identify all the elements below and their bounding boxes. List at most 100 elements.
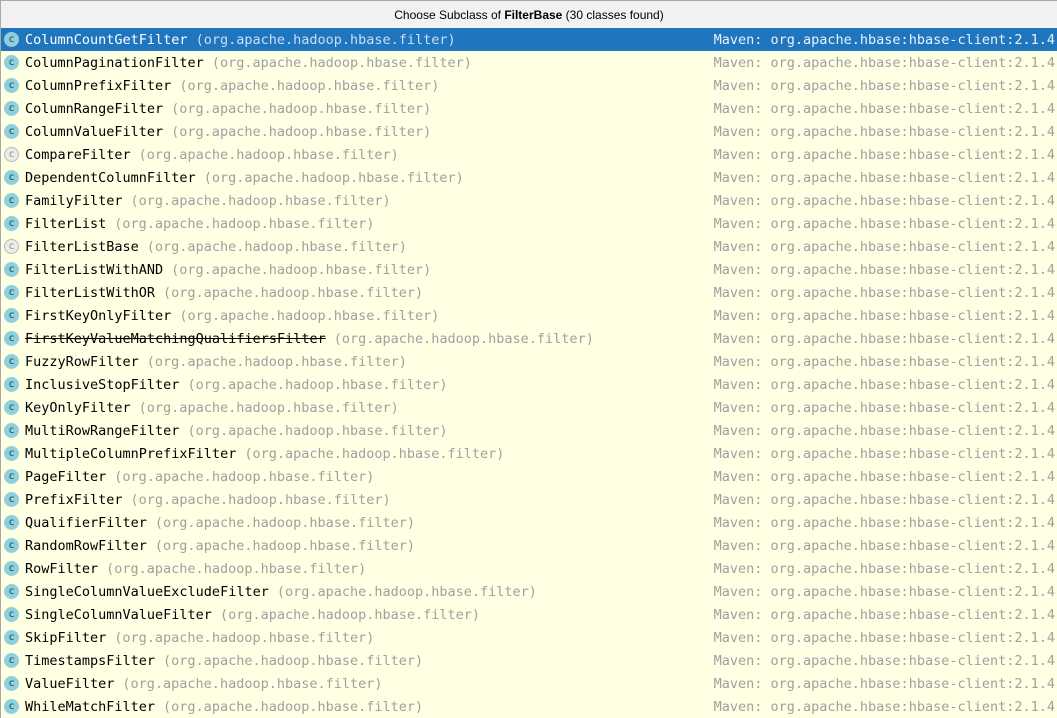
package-name: (org.apache.hadoop.hbase.filter) (219, 606, 481, 623)
class-icon: c (4, 469, 19, 484)
class-icon: c (4, 653, 19, 668)
package-name: (org.apache.hadoop.hbase.filter) (187, 376, 448, 393)
maven-origin: Maven: org.apache.hbase:hbase-client:2.1… (713, 606, 1055, 623)
class-icon: c (4, 446, 19, 461)
maven-origin: Maven: org.apache.hbase:hbase-client:2.1… (713, 100, 1055, 117)
list-item[interactable]: c ColumnCountGetFilter (org.apache.hadoo… (1, 28, 1057, 51)
list-item[interactable]: c ColumnPaginationFilter (org.apache.had… (1, 51, 1057, 74)
class-name: ColumnRangeFilter (25, 100, 164, 117)
list-item[interactable]: c TimestampsFilter (org.apache.hadoop.hb… (1, 649, 1057, 672)
package-name: (org.apache.hadoop.hbase.filter) (122, 675, 383, 692)
maven-origin: Maven: org.apache.hbase:hbase-client:2.1… (713, 123, 1055, 140)
maven-origin: Maven: org.apache.hbase:hbase-client:2.1… (713, 215, 1055, 232)
class-icon: c (4, 285, 19, 300)
package-name: (org.apache.hadoop.hbase.filter) (130, 491, 391, 508)
class-name: QualifierFilter (25, 514, 147, 531)
maven-origin: Maven: org.apache.hbase:hbase-client:2.1… (713, 537, 1055, 554)
popup-title-prefix: Choose Subclass of (394, 7, 505, 22)
maven-origin: Maven: org.apache.hbase:hbase-client:2.1… (713, 675, 1055, 692)
list-item[interactable]: c PageFilter (org.apache.hadoop.hbase.fi… (1, 465, 1057, 488)
list-item[interactable]: c ValueFilter (org.apache.hadoop.hbase.f… (1, 672, 1057, 695)
maven-origin: Maven: org.apache.hbase:hbase-client:2.1… (713, 445, 1055, 462)
list-item[interactable]: c FuzzyRowFilter (org.apache.hadoop.hbas… (1, 350, 1057, 373)
list-item[interactable]: c FamilyFilter (org.apache.hadoop.hbase.… (1, 189, 1057, 212)
list-item[interactable]: c KeyOnlyFilter (org.apache.hadoop.hbase… (1, 396, 1057, 419)
package-name: (org.apache.hadoop.hbase.filter) (276, 583, 537, 600)
choose-subclass-popup: Choose Subclass of FilterBase (30 classe… (0, 0, 1057, 718)
maven-origin: Maven: org.apache.hbase:hbase-client:2.1… (713, 146, 1055, 163)
list-item[interactable]: c PrefixFilter (org.apache.hadoop.hbase.… (1, 488, 1057, 511)
class-name: FilterListWithOR (25, 284, 156, 301)
class-name: ColumnValueFilter (25, 123, 164, 140)
list-item[interactable]: c MultiRowRangeFilter (org.apache.hadoop… (1, 419, 1057, 442)
class-icon: c (4, 538, 19, 553)
class-name: ColumnCountGetFilter (25, 31, 188, 48)
list-item[interactable]: c ColumnRangeFilter (org.apache.hadoop.h… (1, 97, 1057, 120)
list-item[interactable]: c FilterListBase (org.apache.hadoop.hbas… (1, 235, 1057, 258)
package-name: (org.apache.hadoop.hbase.filter) (333, 330, 594, 347)
list-item[interactable]: c FirstKeyValueMatchingQualifiersFilter … (1, 327, 1057, 350)
class-icon: c (4, 377, 19, 392)
maven-origin: Maven: org.apache.hbase:hbase-client:2.1… (713, 583, 1055, 600)
maven-origin: Maven: org.apache.hbase:hbase-client:2.1… (713, 353, 1055, 370)
class-list: c ColumnCountGetFilter (org.apache.hadoo… (1, 28, 1057, 718)
list-item[interactable]: c SingleColumnValueFilter (org.apache.ha… (1, 603, 1057, 626)
list-item[interactable]: c FirstKeyOnlyFilter (org.apache.hadoop.… (1, 304, 1057, 327)
list-item[interactable]: c WhileMatchFilter (org.apache.hadoop.hb… (1, 695, 1057, 718)
class-name: SkipFilter (25, 629, 107, 646)
list-item[interactable]: c InclusiveStopFilter (org.apache.hadoop… (1, 373, 1057, 396)
class-icon: c (4, 492, 19, 507)
class-name: FilterList (25, 215, 107, 232)
class-icon: c (4, 124, 19, 139)
list-item[interactable]: c FilterListWithOR (org.apache.hadoop.hb… (1, 281, 1057, 304)
maven-origin: Maven: org.apache.hbase:hbase-client:2.1… (713, 77, 1055, 94)
class-name: MultiRowRangeFilter (25, 422, 180, 439)
class-icon: c (4, 400, 19, 415)
class-icon: c (4, 331, 19, 346)
class-name: ColumnPaginationFilter (25, 54, 204, 71)
abstract-class-icon: c (4, 239, 19, 254)
package-name: (org.apache.hadoop.hbase.filter) (114, 468, 375, 485)
list-item[interactable]: c ColumnValueFilter (org.apache.hadoop.h… (1, 120, 1057, 143)
list-item[interactable]: c FilterListWithAND (org.apache.hadoop.h… (1, 258, 1057, 281)
maven-origin: Maven: org.apache.hbase:hbase-client:2.1… (713, 284, 1055, 301)
popup-title-target-class: FilterBase (504, 7, 563, 22)
list-item[interactable]: c MultipleColumnPrefixFilter (org.apache… (1, 442, 1057, 465)
list-item[interactable]: c SingleColumnValueExcludeFilter (org.ap… (1, 580, 1057, 603)
class-icon: c (4, 101, 19, 116)
class-icon: c (4, 170, 19, 185)
maven-origin: Maven: org.apache.hbase:hbase-client:2.1… (713, 652, 1055, 669)
class-name: RandomRowFilter (25, 537, 147, 554)
maven-origin: Maven: org.apache.hbase:hbase-client:2.1… (713, 468, 1055, 485)
package-name: (org.apache.hadoop.hbase.filter) (163, 284, 424, 301)
package-name: (org.apache.hadoop.hbase.filter) (154, 514, 416, 531)
maven-origin: Maven: org.apache.hbase:hbase-client:2.1… (713, 54, 1055, 71)
maven-origin: Maven: org.apache.hbase:hbase-client:2.1… (713, 330, 1055, 347)
class-icon: c (4, 423, 19, 438)
class-icon: c (4, 308, 19, 323)
list-item[interactable]: c SkipFilter (org.apache.hadoop.hbase.fi… (1, 626, 1057, 649)
class-icon: c (4, 55, 19, 70)
package-name: (org.apache.hadoop.hbase.filter) (163, 652, 424, 669)
package-name: (org.apache.hadoop.hbase.filter) (244, 445, 505, 462)
class-name: PageFilter (25, 468, 107, 485)
list-item[interactable]: c QualifierFilter (org.apache.hadoop.hba… (1, 511, 1057, 534)
class-icon: c (4, 584, 19, 599)
list-item[interactable]: c RandomRowFilter (org.apache.hadoop.hba… (1, 534, 1057, 557)
maven-origin: Maven: org.apache.hbase:hbase-client:2.1… (713, 698, 1055, 715)
list-item[interactable]: c DependentColumnFilter (org.apache.hado… (1, 166, 1057, 189)
list-item[interactable]: c FilterList (org.apache.hadoop.hbase.fi… (1, 212, 1057, 235)
maven-origin: Maven: org.apache.hbase:hbase-client:2.1… (713, 629, 1055, 646)
maven-origin: Maven: org.apache.hbase:hbase-client:2.1… (713, 422, 1055, 439)
package-name: (org.apache.hadoop.hbase.filter) (211, 54, 472, 71)
list-item[interactable]: c ColumnPrefixFilter (org.apache.hadoop.… (1, 74, 1057, 97)
list-item[interactable]: c RowFilter (org.apache.hadoop.hbase.fil… (1, 557, 1057, 580)
class-name: SingleColumnValueExcludeFilter (25, 583, 269, 600)
maven-origin: Maven: org.apache.hbase:hbase-client:2.1… (713, 192, 1055, 209)
package-name: (org.apache.hadoop.hbase.filter) (187, 422, 448, 439)
class-icon: c (4, 699, 19, 714)
list-item[interactable]: c CompareFilter (org.apache.hadoop.hbase… (1, 143, 1057, 166)
package-name: (org.apache.hadoop.hbase.filter) (146, 353, 407, 370)
class-name: MultipleColumnPrefixFilter (25, 445, 237, 462)
maven-origin: Maven: org.apache.hbase:hbase-client:2.1… (713, 560, 1055, 577)
